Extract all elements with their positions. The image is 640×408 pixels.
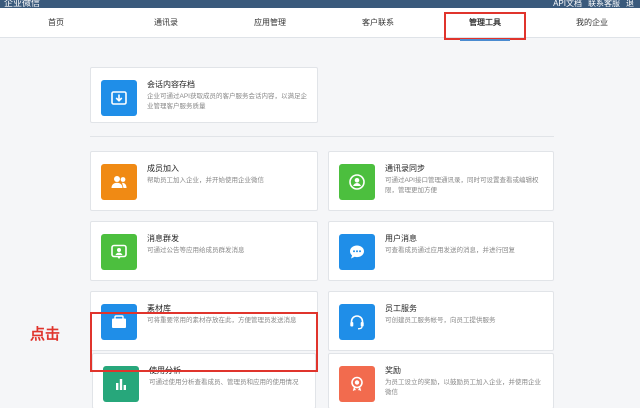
card-desc: 可创建员工服务帐号，向员工提供服务 — [385, 317, 496, 324]
chat-bubble-icon — [339, 234, 375, 270]
nav-app-management[interactable]: 应用管理 — [220, 8, 320, 38]
card-title: 奖励 — [385, 366, 401, 375]
main-nav: 首页 通讯录 应用管理 客户联系 管理工具 我的企业 — [0, 8, 640, 41]
card-desc: 可通过公告等应用给成员群发消息 — [147, 247, 245, 254]
card-title: 消息群发 — [147, 234, 179, 243]
card-desc: 帮助员工加入企业，并开始使用企业微信 — [147, 177, 264, 184]
nav-customer-contact[interactable]: 客户联系 — [328, 8, 428, 38]
card-desc: 为员工设立的奖励，以鼓励员工加入企业，并使用企业微信 — [385, 379, 541, 396]
card-desc: 可通过API接口管理通讯录，同时可设置查看或编辑权限，管理更加方便 — [385, 177, 539, 194]
headset-icon — [339, 304, 375, 340]
section-divider — [90, 136, 554, 137]
users-icon — [101, 164, 137, 200]
nav-highlight-box — [444, 12, 526, 40]
card-reward[interactable]: 奖励 为员工设立的奖励，以鼓励员工加入企业，并使用企业微信 — [328, 353, 554, 408]
card-title: 成员加入 — [147, 164, 179, 173]
top-bar: 企业微信 API文档 联系客服 退 — [0, 0, 640, 8]
card-staff-service[interactable]: 员工服务 可创建员工服务帐号，向员工提供服务 — [328, 291, 554, 351]
medal-icon — [339, 366, 375, 402]
nav-contacts[interactable]: 通讯录 — [116, 8, 216, 38]
card-broadcast[interactable]: 消息群发 可通过公告等应用给成员群发消息 — [90, 221, 318, 281]
card-title: 用户消息 — [385, 234, 417, 243]
download-icon — [101, 80, 137, 116]
card-title: 通讯录同步 — [385, 164, 425, 173]
click-annotation: 点击 — [30, 326, 61, 343]
nav-my-enterprise[interactable]: 我的企业 — [542, 8, 640, 38]
card-session-archive[interactable]: 会话内容存档 企业可通过API获取成员的客户服务会话内容，以满足企业管理客户服务… — [90, 67, 318, 123]
card-desc: 企业可通过API获取成员的客户服务会话内容，以满足企业管理客户服务质量 — [147, 93, 307, 110]
sync-user-icon — [339, 164, 375, 200]
nav-home[interactable]: 首页 — [6, 8, 106, 38]
card-desc: 可通过使用分析查看成员、管理员和应用的使用情况 — [149, 379, 299, 386]
usage-highlight-box — [90, 312, 318, 372]
card-title: 员工服务 — [385, 304, 417, 313]
card-desc: 可查看成员通过应用发送的消息，并进行回复 — [385, 247, 515, 254]
group-message-icon — [101, 234, 137, 270]
card-contact-sync[interactable]: 通讯录同步 可通过API接口管理通讯录，同时可设置查看或编辑权限，管理更加方便 — [328, 151, 554, 211]
card-title: 会话内容存档 — [147, 80, 195, 89]
card-member-join[interactable]: 成员加入 帮助员工加入企业，并开始使用企业微信 — [90, 151, 318, 211]
card-user-messages[interactable]: 用户消息 可查看成员通过应用发送的消息，并进行回复 — [328, 221, 554, 281]
